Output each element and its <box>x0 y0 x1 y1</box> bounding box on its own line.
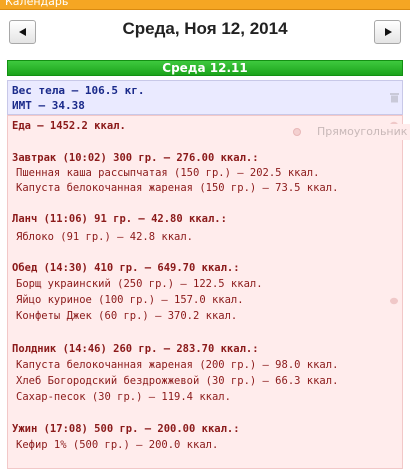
pin-icon[interactable] <box>389 297 399 306</box>
calendar-header-label: Календарь <box>5 0 69 8</box>
food-item: Пшенная каша рассыпчатая (150 гр.) — 202… <box>16 167 320 179</box>
food-item: Борщ украинский (250 гр.) — 122.5 ккал. <box>16 278 263 290</box>
food-item: Капуста белокочанная жареная (200 гр.) —… <box>16 359 339 371</box>
meal-title-lunch: Ланч (11:06) 91 гр. — 42.80 ккал.: <box>12 213 227 225</box>
next-day-button[interactable] <box>374 20 401 44</box>
left-triangle-icon <box>18 28 26 36</box>
trash-icon[interactable] <box>390 92 399 103</box>
food-total: Еда — 1452.2 ккал. <box>12 120 126 132</box>
prev-day-button[interactable] <box>9 20 36 44</box>
calendar-header-bar[interactable]: Календарь <box>0 0 410 10</box>
food-box[interactable]: Еда — 1452.2 ккал. Завтрак (10:02) 300 г… <box>7 115 403 469</box>
food-item: Кефир 1% (500 гр.) — 200.0 ккал. <box>16 439 219 451</box>
meal-title-breakfast: Завтрак (10:02) 300 гр. — 276.00 ккал.: <box>12 152 259 164</box>
food-item: Хлеб Богородский бездрожжевой (30 гр.) —… <box>16 375 339 387</box>
tooltip-label: Прямоугольник <box>317 125 408 138</box>
body-stats-box[interactable]: Вес тела — 106.5 кг. ИМТ — 34.38 <box>7 80 403 115</box>
right-triangle-icon <box>384 28 392 36</box>
date-title: Среда, Ноя 12, 2014 <box>122 19 288 38</box>
food-item: Капуста белокочанная жареная (150 гр.) —… <box>16 182 339 194</box>
meal-title-snack: Полдник (14:46) 260 гр. — 283.70 ккал.: <box>12 343 259 355</box>
day-bar: Среда 12.11 <box>7 60 403 76</box>
weight-text: Вес тела — 106.5 кг. <box>12 84 145 97</box>
rectangle-tool-tooltip: Прямоугольник <box>286 124 410 140</box>
meal-title-supper: Ужин (17:08) 500 гр. — 200.00 ккал.: <box>12 423 240 435</box>
bmi-text: ИМТ — 34.38 <box>12 99 85 112</box>
date-navigation: Среда, Ноя 12, 2014 <box>0 10 410 58</box>
tooltip-dot-icon <box>293 128 301 136</box>
food-item: Сахар-песок (30 гр.) — 119.4 ккал. <box>16 391 231 403</box>
food-item: Конфеты Джек (60 гр.) — 370.2 ккал. <box>16 310 238 322</box>
meal-title-dinner: Обед (14:30) 410 гр. — 649.70 ккал.: <box>12 262 240 274</box>
food-item: Яблоко (91 гр.) — 42.8 ккал. <box>16 231 194 243</box>
food-item: Яйцо куриное (100 гр.) — 157.0 ккал. <box>16 294 244 306</box>
